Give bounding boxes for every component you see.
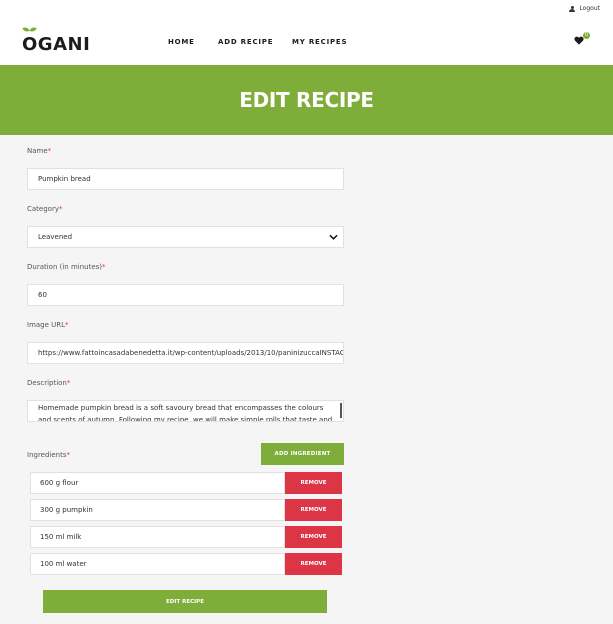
ingredient-input[interactable]: 300 g pumpkin	[30, 499, 285, 521]
nav-home[interactable]: HOME	[168, 38, 195, 46]
page-title: EDIT RECIPE	[239, 88, 374, 112]
site-header: OGANI HOME ADD RECIPE MY RECIPES 0	[0, 22, 613, 65]
heart-icon	[574, 36, 584, 45]
category-value: Leavened	[38, 233, 73, 241]
category-select[interactable]: Leavened	[27, 226, 344, 248]
image-url-input[interactable]: https://www.fattoincasadabenedetta.it/wp…	[27, 342, 344, 364]
logout-link[interactable]: Logout	[569, 5, 600, 12]
ingredient-row: 600 g flour REMOVE	[30, 472, 342, 494]
remove-ingredient-button[interactable]: REMOVE	[285, 553, 342, 575]
logout-label: Logout	[579, 5, 600, 12]
remove-ingredient-button[interactable]: REMOVE	[285, 499, 342, 521]
description-textarea[interactable]: Homemade pumpkin bread is a soft savoury…	[27, 400, 344, 422]
description-text: Homemade pumpkin bread is a soft savoury…	[38, 404, 333, 422]
logo-text: OGANI	[22, 34, 91, 55]
user-icon	[569, 5, 576, 12]
ingredient-input[interactable]: 600 g flour	[30, 472, 285, 494]
chevron-down-icon	[329, 234, 338, 240]
add-ingredient-button[interactable]: ADD INGREDIENT	[261, 443, 344, 465]
favorites-count-badge: 0	[583, 32, 590, 39]
ingredient-row: 100 ml water REMOVE	[30, 553, 342, 575]
nav-add-recipe[interactable]: ADD RECIPE	[218, 38, 273, 46]
ingredient-row: 300 g pumpkin REMOVE	[30, 499, 342, 521]
ingredient-input[interactable]: 100 ml water	[30, 553, 285, 575]
description-label: Description*	[27, 379, 71, 387]
leaf-icon	[29, 26, 37, 33]
ingredient-input[interactable]: 150 ml milk	[30, 526, 285, 548]
duration-input[interactable]: 60	[27, 284, 344, 306]
ingredient-row: 150 ml milk REMOVE	[30, 526, 342, 548]
duration-label: Duration (in minutes)*	[27, 263, 106, 271]
edit-recipe-submit-button[interactable]: EDIT RECIPE	[43, 590, 327, 613]
top-utility-bar: Logout	[0, 0, 613, 22]
nav-my-recipes[interactable]: MY RECIPES	[292, 38, 347, 46]
logo[interactable]: OGANI	[22, 26, 91, 55]
category-label: Category*	[27, 205, 63, 213]
name-label: Name*	[27, 147, 52, 155]
favorites-button[interactable]: 0	[574, 32, 590, 47]
ingredients-label: Ingredients*	[27, 451, 70, 459]
image-url-label: Image URL*	[27, 321, 69, 329]
remove-ingredient-button[interactable]: REMOVE	[285, 472, 342, 494]
name-input[interactable]: Pumpkin bread	[27, 168, 344, 190]
remove-ingredient-button[interactable]: REMOVE	[285, 526, 342, 548]
page-banner: EDIT RECIPE	[0, 65, 613, 135]
textarea-scrollbar[interactable]	[340, 403, 342, 418]
